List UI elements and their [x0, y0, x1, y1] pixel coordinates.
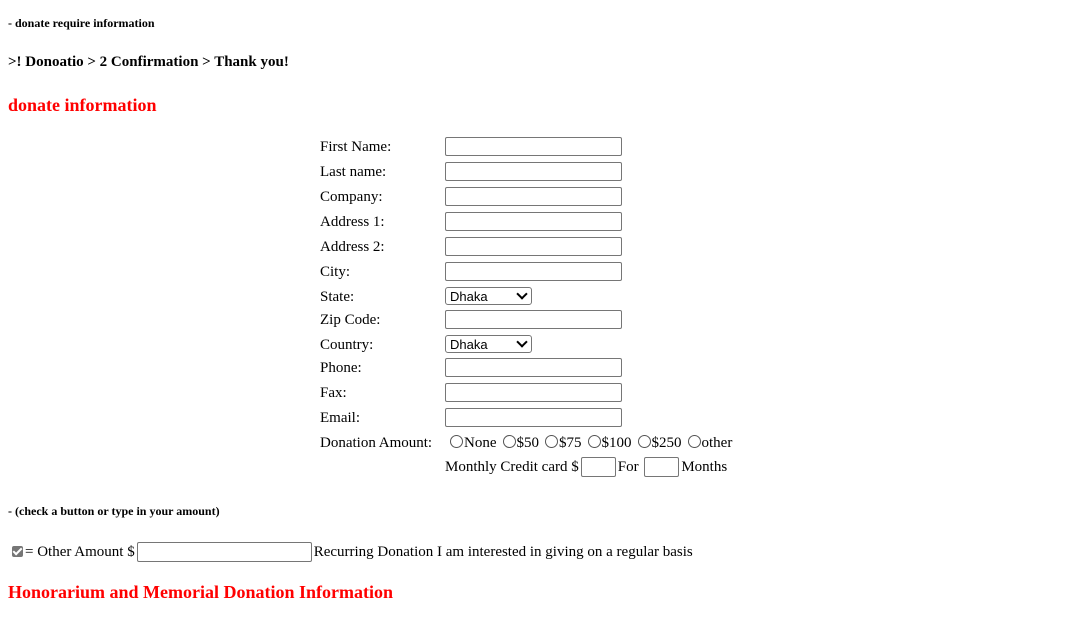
first-name-row: First Name: — [320, 137, 780, 159]
country-row: Country: Dhaka — [320, 335, 780, 357]
monthly-amount-input[interactable] — [580, 457, 616, 477]
radio-icon[interactable] — [637, 435, 651, 448]
donation-option-label: $50 — [516, 435, 540, 451]
company-input[interactable] — [445, 187, 622, 206]
last-name-row: Last name: — [320, 162, 780, 184]
other-amount-checkbox[interactable] — [12, 546, 23, 557]
company-row: Company: — [320, 187, 780, 209]
donate-information-title: donate information — [8, 95, 157, 115]
page: - donate require information >! Donoatio… — [0, 0, 1074, 623]
address2-input[interactable] — [445, 237, 622, 256]
monthly-months-label: Months — [681, 459, 728, 475]
address1-label: Address 1: — [320, 214, 385, 230]
address2-row: Address 2: — [320, 237, 780, 259]
donation-option-75[interactable]: $75 — [545, 435, 582, 452]
email-input[interactable] — [445, 408, 622, 427]
donation-option-label: other — [701, 435, 733, 451]
recurring-donation-label: Recurring Donation I am interested in gi… — [313, 544, 693, 560]
monthly-credit-card: Monthly Credit card $ For Months — [445, 457, 727, 477]
donation-option-250[interactable]: $250 — [637, 435, 682, 452]
donation-option-label: None — [464, 435, 497, 451]
donation-option-label: $250 — [651, 435, 682, 451]
company-label: Company: — [320, 189, 383, 205]
country-selected-value: Dhaka — [450, 337, 488, 352]
donation-amount-row: Donation Amount: None $50 $75 $100 $250 other — [320, 433, 780, 455]
donation-amount-label: Donation Amount: — [320, 435, 433, 451]
address1-input[interactable] — [445, 212, 622, 231]
city-input[interactable] — [445, 262, 622, 281]
state-selected-value: Dhaka — [450, 289, 488, 304]
country-select[interactable]: Dhaka — [445, 335, 532, 353]
radio-icon[interactable] — [502, 435, 516, 448]
state-row: State: Dhaka — [320, 287, 780, 309]
required-info-note: - donate require information — [8, 16, 155, 30]
radio-icon[interactable] — [450, 435, 463, 448]
address1-row: Address 1: — [320, 212, 780, 234]
fax-input[interactable] — [445, 383, 622, 402]
other-amount-row: = Other Amount $ Recurring Donation I am … — [12, 542, 693, 562]
donation-option-label: $75 — [559, 435, 582, 451]
email-label: Email: — [320, 410, 360, 426]
address2-label: Address 2: — [320, 239, 385, 255]
zip-input[interactable] — [445, 310, 622, 329]
other-amount-input[interactable] — [136, 542, 312, 562]
first-name-label: First Name: — [320, 139, 392, 155]
zip-label: Zip Code: — [320, 312, 381, 328]
state-select[interactable]: Dhaka — [445, 287, 532, 305]
phone-label: Phone: — [320, 360, 362, 376]
last-name-label: Last name: — [320, 164, 387, 180]
country-label: Country: — [320, 337, 374, 353]
monthly-for-label: For — [617, 459, 639, 475]
city-label: City: — [320, 264, 351, 280]
last-name-input[interactable] — [445, 162, 622, 181]
donation-option-label: $100 — [601, 435, 632, 451]
donation-option-other[interactable]: other — [687, 435, 733, 452]
donation-option-50[interactable]: $50 — [502, 435, 540, 452]
donation-amount-radio-group: None $50 $75 $100 $250 other — [450, 435, 738, 452]
donation-option-none[interactable]: None — [450, 435, 497, 452]
monthly-row: Monthly Credit card $ For Months — [320, 457, 780, 479]
email-row: Email: — [320, 408, 780, 430]
monthly-months-input[interactable] — [644, 457, 680, 477]
amount-instruction-note: - (check a button or type in your amount… — [8, 504, 220, 518]
chevron-down-icon — [516, 288, 528, 300]
city-row: City: — [320, 262, 780, 284]
state-label: State: — [320, 289, 355, 305]
breadcrumb: >! Donoatio > 2 Confirmation > Thank you… — [8, 54, 289, 70]
honorarium-title: Honorarium and Memorial Donation Informa… — [8, 582, 393, 602]
donation-option-100[interactable]: $100 — [587, 435, 632, 452]
fax-label: Fax: — [320, 385, 347, 401]
chevron-down-icon — [516, 336, 528, 348]
radio-icon[interactable] — [545, 435, 558, 448]
phone-row: Phone: — [320, 358, 780, 380]
fax-row: Fax: — [320, 383, 780, 405]
phone-input[interactable] — [445, 358, 622, 377]
first-name-input[interactable] — [445, 137, 622, 156]
monthly-prefix-label: Monthly Credit card $ — [445, 459, 579, 475]
zip-row: Zip Code: — [320, 310, 780, 332]
other-amount-label: = Other Amount $ — [25, 544, 135, 560]
radio-icon[interactable] — [587, 435, 601, 448]
radio-icon[interactable] — [687, 435, 701, 448]
